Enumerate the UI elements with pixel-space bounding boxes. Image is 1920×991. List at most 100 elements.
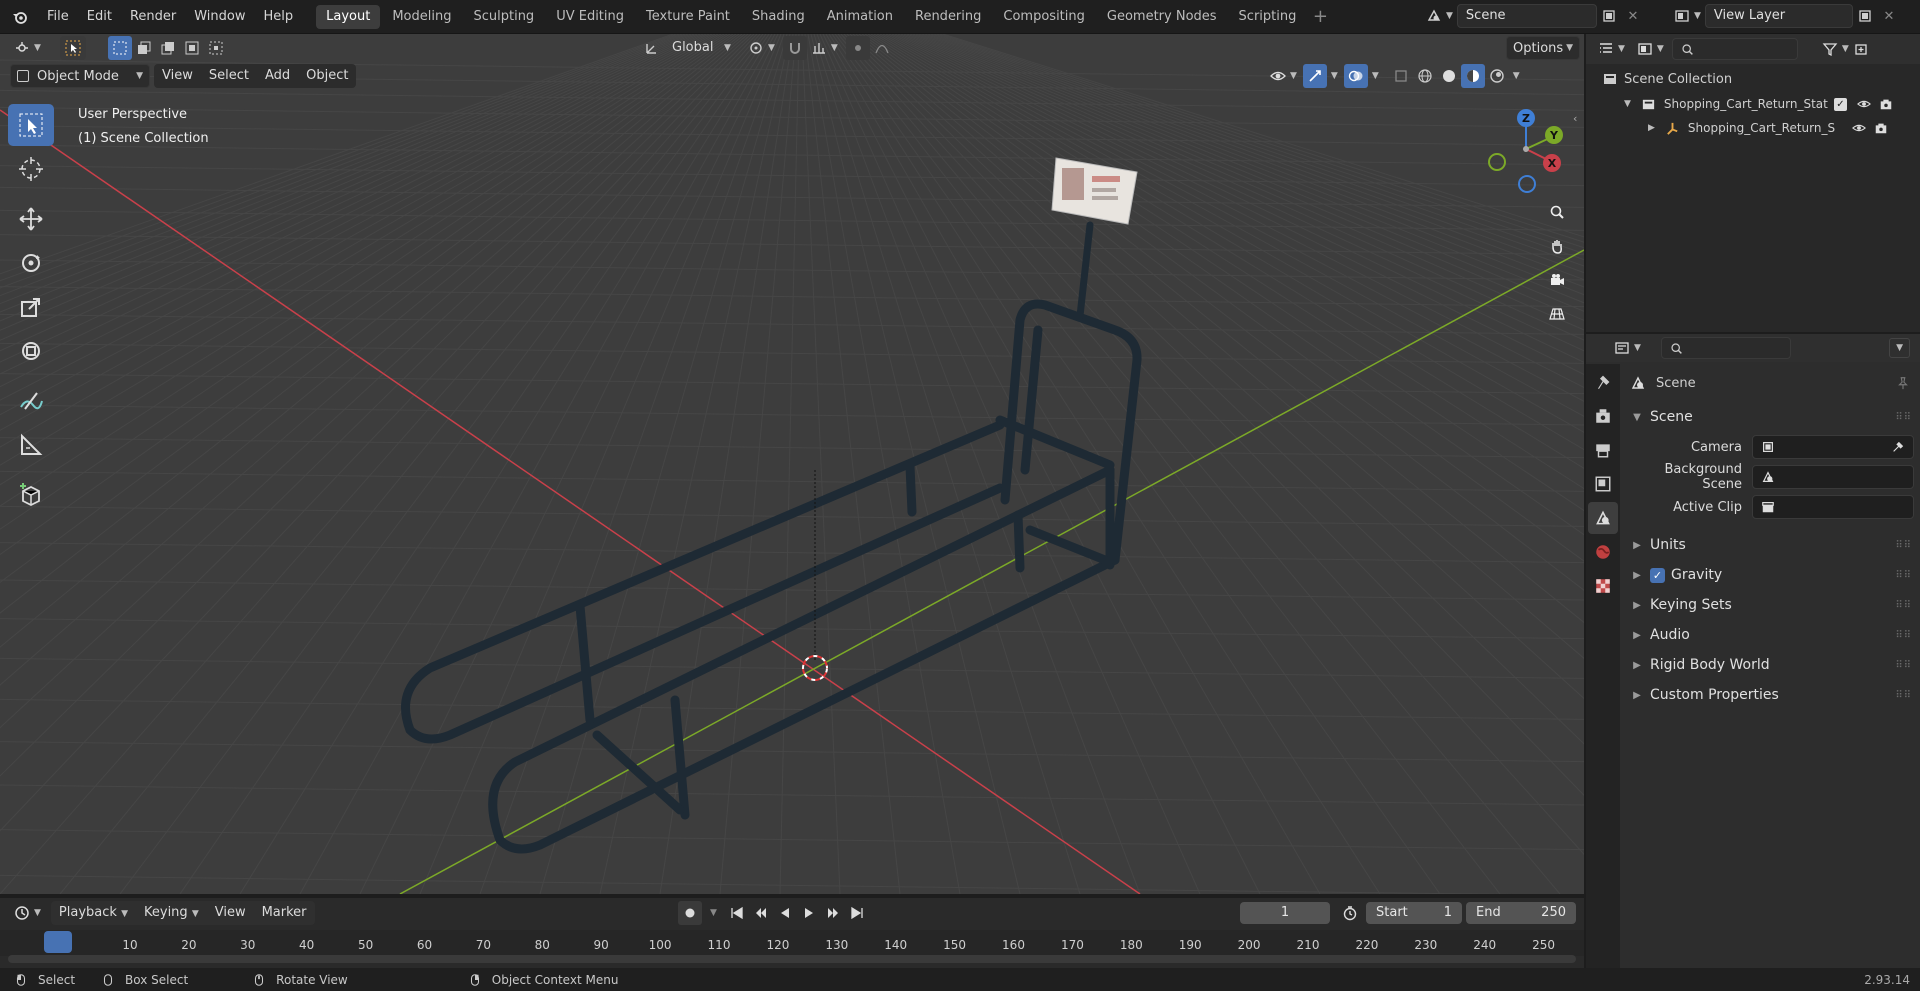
- keying-sets-panel-header[interactable]: ▶ Keying Sets ⠿⠿: [1622, 590, 1920, 620]
- drag-handle-icon[interactable]: ⠿⠿: [1895, 412, 1912, 423]
- rigid-body-panel-header[interactable]: ▶ Rigid Body World ⠿⠿: [1622, 650, 1920, 680]
- select-extend-icon[interactable]: [132, 36, 156, 60]
- playhead[interactable]: [44, 931, 72, 953]
- pin-icon[interactable]: [1896, 376, 1910, 390]
- sidebar-toggle-icon[interactable]: ‹: [1573, 112, 1577, 125]
- annotate-tool-icon[interactable]: [8, 380, 54, 422]
- drag-handle-icon[interactable]: ⠿⠿: [1895, 660, 1912, 671]
- eye-icon[interactable]: [1856, 97, 1871, 111]
- render-tab-icon[interactable]: [1588, 400, 1618, 432]
- menu-edit[interactable]: Edit: [78, 0, 121, 34]
- close-view-layer-icon[interactable]: ✕: [1877, 4, 1901, 28]
- prev-keyframe-icon[interactable]: [749, 901, 773, 925]
- gravity-panel-header[interactable]: ▶ ✓ Gravity ⠿⠿: [1622, 560, 1920, 590]
- play-reverse-icon[interactable]: [773, 901, 797, 925]
- measure-tool-icon[interactable]: [8, 424, 54, 466]
- navigation-gizmo[interactable]: Z Y X: [1486, 104, 1566, 194]
- world-tab-icon[interactable]: [1588, 536, 1618, 568]
- menu-add[interactable]: Add: [257, 64, 298, 88]
- record-keyframe-icon[interactable]: [678, 901, 702, 925]
- perspective-grid-icon[interactable]: [1545, 302, 1569, 326]
- timeline-editor-icon[interactable]: [10, 901, 34, 925]
- add-workspace-icon[interactable]: +: [1308, 5, 1332, 29]
- rotate-tool-icon[interactable]: [8, 242, 54, 284]
- jump-end-icon[interactable]: [845, 901, 869, 925]
- select-invert-icon[interactable]: [180, 36, 204, 60]
- camera-field[interactable]: [1752, 435, 1914, 459]
- add-cube-tool-icon[interactable]: [8, 474, 54, 516]
- menu-object[interactable]: Object: [298, 64, 356, 88]
- tab-uv-editing[interactable]: UV Editing: [546, 5, 634, 29]
- view-layer-icon[interactable]: [1670, 4, 1694, 28]
- menu-playback[interactable]: Playback ▼: [51, 901, 136, 925]
- properties-editor-icon[interactable]: [1610, 336, 1634, 360]
- end-frame-field[interactable]: End 250: [1466, 902, 1576, 924]
- next-keyframe-icon[interactable]: [821, 901, 845, 925]
- cursor-tool-icon[interactable]: [8, 148, 54, 190]
- camera-view-icon[interactable]: [1545, 268, 1569, 292]
- menu-help[interactable]: Help: [255, 0, 303, 34]
- menu-view[interactable]: View: [154, 64, 201, 88]
- copy-scene-icon[interactable]: [1597, 4, 1621, 28]
- tab-layout[interactable]: Layout: [316, 4, 381, 29]
- jump-start-icon[interactable]: [725, 901, 749, 925]
- tab-shading[interactable]: Shading: [742, 5, 815, 29]
- include-checkbox[interactable]: ✓: [1833, 97, 1847, 111]
- outliner-editor-icon[interactable]: [1594, 37, 1618, 61]
- drag-handle-icon[interactable]: ⠿⠿: [1895, 540, 1912, 551]
- solid-shading-icon[interactable]: [1437, 64, 1461, 88]
- start-frame-field[interactable]: Start 1: [1366, 902, 1462, 924]
- material-shading-icon[interactable]: [1460, 64, 1485, 88]
- transform-tool-icon[interactable]: [8, 330, 54, 372]
- drag-handle-icon[interactable]: ⠿⠿: [1895, 570, 1912, 581]
- gravity-checkbox[interactable]: ✓: [1650, 567, 1665, 583]
- view-layer-tab-icon[interactable]: [1588, 468, 1618, 500]
- drag-handle-icon[interactable]: ⠿⠿: [1895, 690, 1912, 701]
- select-intersect-icon[interactable]: [204, 36, 228, 60]
- copy-view-layer-icon[interactable]: [1853, 4, 1877, 28]
- visibility-eye-icon[interactable]: [1266, 64, 1290, 88]
- play-icon[interactable]: [797, 901, 821, 925]
- pivot-point-icon[interactable]: [744, 36, 768, 60]
- overlay-toggle-icon[interactable]: [1343, 64, 1368, 88]
- scale-tool-icon[interactable]: [8, 286, 54, 328]
- gizmo-toggle-icon[interactable]: [1302, 64, 1327, 88]
- scene-panel-header[interactable]: ▼ Scene ⠿⠿: [1622, 402, 1920, 432]
- scene-icon[interactable]: [1422, 4, 1446, 28]
- menu-marker[interactable]: Marker: [254, 901, 315, 925]
- units-panel-header[interactable]: ▶ Units ⠿⠿: [1622, 530, 1920, 560]
- camera-render-icon[interactable]: [1874, 121, 1888, 135]
- close-scene-icon[interactable]: ✕: [1621, 4, 1645, 28]
- viewport-canvas[interactable]: [0, 34, 1584, 894]
- eyedropper-icon[interactable]: [1891, 440, 1905, 454]
- tab-geometry-nodes[interactable]: Geometry Nodes: [1097, 5, 1227, 29]
- select-tool-mode-icon[interactable]: [60, 36, 86, 60]
- custom-properties-panel-header[interactable]: ▶ Custom Properties ⠿⠿: [1622, 680, 1920, 710]
- scene-tab-icon[interactable]: [1588, 502, 1618, 534]
- filter-icon[interactable]: [1818, 37, 1842, 61]
- tool-tab-icon[interactable]: [1588, 366, 1618, 398]
- tab-rendering[interactable]: Rendering: [905, 5, 991, 29]
- scene-name-field[interactable]: Scene: [1456, 4, 1597, 28]
- new-collection-icon[interactable]: [1849, 37, 1873, 61]
- outliner-row-object[interactable]: ▶ Shopping_Cart_Return_S: [1586, 116, 1920, 140]
- timeline-scrollbar[interactable]: [8, 955, 1576, 963]
- outliner-row-collection[interactable]: ▼ Shopping_Cart_Return_Statio ✓: [1586, 92, 1920, 116]
- mode-selector[interactable]: Object Mode ▼: [10, 64, 150, 88]
- tab-texture-paint[interactable]: Texture Paint: [636, 5, 740, 29]
- tab-animation[interactable]: Animation: [817, 5, 903, 29]
- menu-render[interactable]: Render: [121, 0, 185, 34]
- menu-keying[interactable]: Keying ▼: [136, 901, 207, 925]
- move-tool-icon[interactable]: [8, 198, 54, 240]
- proportional-edit-icon[interactable]: [845, 36, 870, 60]
- expand-arrow-icon[interactable]: ▼: [1624, 99, 1631, 109]
- view-layer-field[interactable]: View Layer: [1704, 4, 1853, 28]
- output-tab-icon[interactable]: [1588, 434, 1618, 466]
- options-dropdown[interactable]: Options ▼: [1506, 36, 1580, 60]
- xray-toggle-icon[interactable]: [1389, 64, 1413, 88]
- audio-panel-header[interactable]: ▶ Audio ⠿⠿: [1622, 620, 1920, 650]
- 3d-viewport[interactable]: [0, 34, 1584, 894]
- active-clip-field[interactable]: [1752, 495, 1914, 519]
- camera-render-icon[interactable]: [1879, 97, 1893, 111]
- outliner-root-row[interactable]: Scene Collection: [1586, 66, 1920, 92]
